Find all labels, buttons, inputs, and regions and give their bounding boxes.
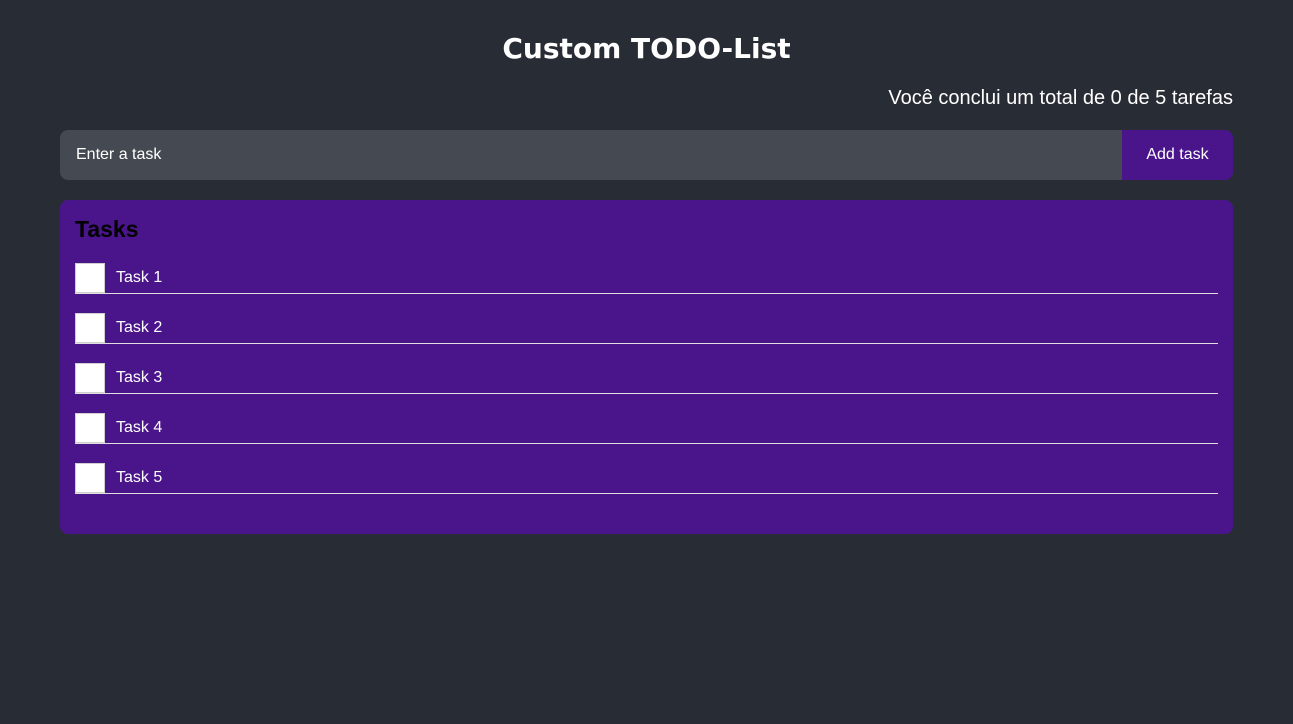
task-checkbox[interactable] [75, 413, 105, 443]
completion-summary: Você conclui um total de 0 de 5 tarefas [888, 87, 1233, 109]
task-label: Task 2 [116, 319, 163, 336]
task-label: Task 5 [116, 469, 163, 486]
page-title: Custom TODO-List [502, 32, 791, 65]
task-label: Task 1 [116, 269, 163, 286]
task-item: Task 2 [75, 313, 1218, 344]
add-task-button[interactable]: Add task [1122, 130, 1233, 180]
tasks-panel: Tasks Task 1 Task 2 Task 3 Task 4 Task 5 [60, 200, 1233, 534]
task-item: Task 4 [75, 413, 1218, 444]
todo-app: Custom TODO-List Você conclui um total d… [0, 0, 1293, 724]
task-checkbox[interactable] [75, 463, 105, 493]
task-checkbox[interactable] [75, 263, 105, 293]
new-task-form: Add task [60, 130, 1233, 180]
task-input[interactable] [60, 130, 1122, 180]
task-label: Task 4 [116, 419, 163, 436]
task-item: Task 5 [75, 463, 1218, 494]
tasks-heading: Tasks [75, 216, 139, 242]
task-checkbox[interactable] [75, 313, 105, 343]
task-item: Task 3 [75, 363, 1218, 394]
task-item: Task 1 [75, 263, 1218, 294]
task-label: Task 3 [116, 369, 163, 386]
task-checkbox[interactable] [75, 363, 105, 393]
